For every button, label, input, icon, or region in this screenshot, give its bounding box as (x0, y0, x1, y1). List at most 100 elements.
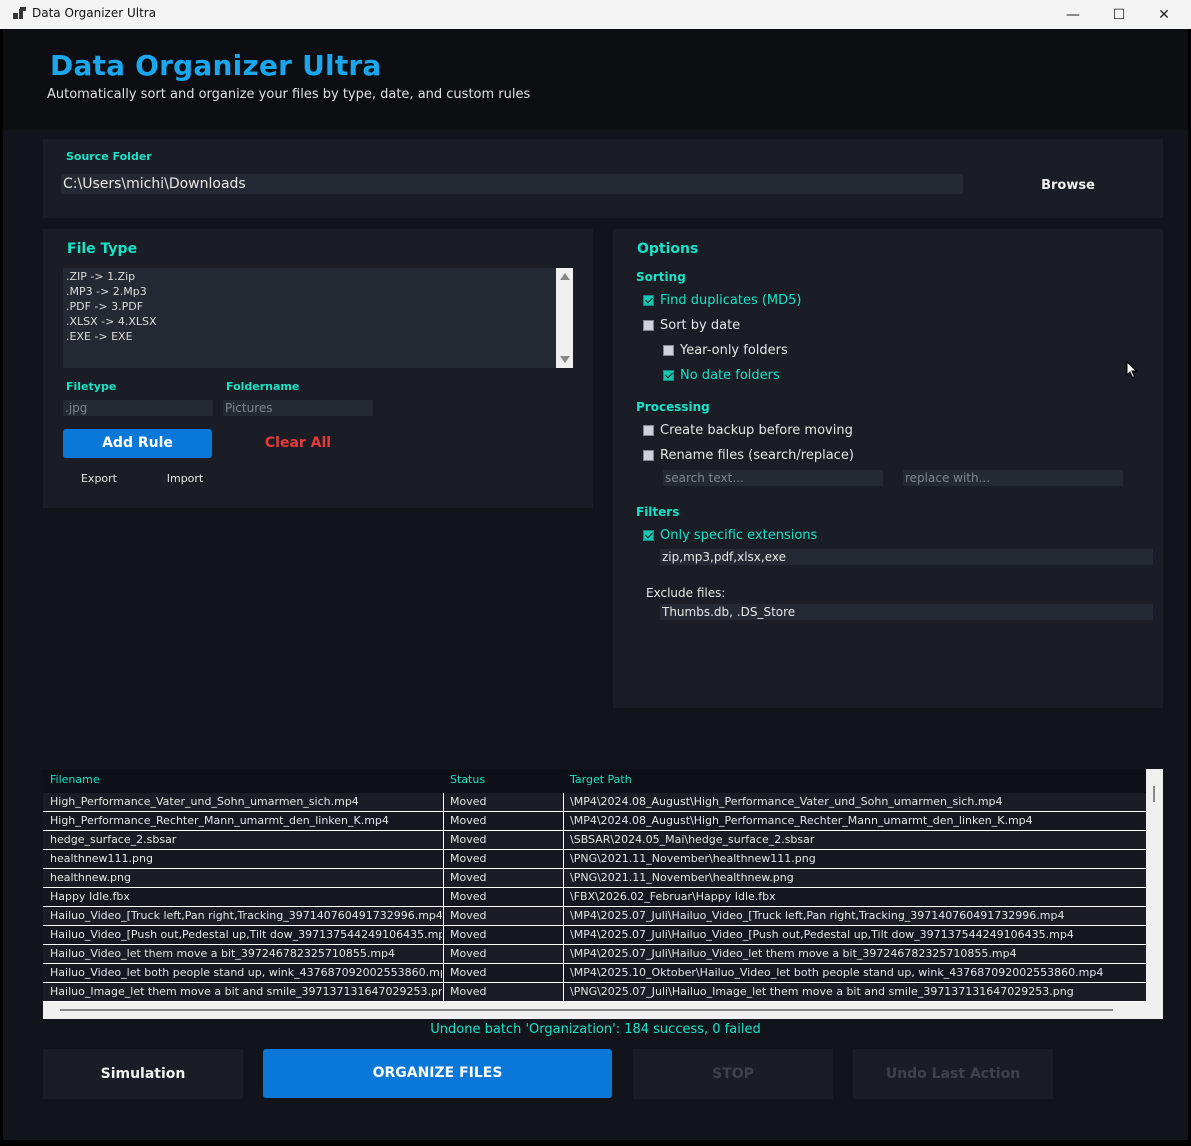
exclude-files-label: Exclude files: (646, 584, 725, 602)
import-button[interactable]: Import (155, 472, 215, 485)
cell-status: Moved (450, 833, 487, 846)
cell-filename: hedge_surface_2.sbsar (50, 833, 177, 846)
table-header: Filename Status Target Path (43, 769, 1146, 791)
table-row[interactable]: Happy Idle.fbx Moved \FBX\2026.02_Februar\… (43, 888, 1146, 907)
rules-scrollbar[interactable] (556, 268, 573, 368)
extensions-input[interactable]: zip,mp3,pdf,xlsx,exe (660, 549, 1153, 565)
app-title: Data Organizer Ultra (50, 49, 382, 82)
no-date-checkbox[interactable]: No date folders (663, 366, 780, 384)
checkbox-checked-icon[interactable] (643, 294, 654, 306)
column-divider (443, 793, 444, 1002)
scroll-thumb[interactable] (1153, 786, 1155, 802)
rename-checkbox[interactable]: Rename files (search/replace) (643, 446, 854, 464)
table-row[interactable]: High_Performance_Vater_und_Sohn_umarmen_… (43, 793, 1146, 812)
add-rule-button[interactable]: Add Rule (63, 429, 212, 458)
backup-checkbox[interactable]: Create backup before moving (643, 421, 853, 439)
specific-extensions-checkbox[interactable]: Only specific extensions (643, 526, 817, 544)
filters-label: Filters (636, 505, 680, 519)
cell-filename: Happy Idle.fbx (50, 890, 130, 903)
table-row[interactable]: Hailuo_Video_let both people stand up, w… (43, 964, 1146, 983)
filetype-input[interactable]: .jpg (63, 400, 213, 416)
table-row[interactable]: healthnew.png Moved \PNG\2021.11_November\… (43, 869, 1146, 888)
checkbox-unchecked-icon[interactable] (643, 424, 654, 436)
rule-item[interactable]: .EXE -> EXE (66, 330, 133, 343)
filetype-label: Filetype (66, 380, 117, 393)
column-header-target-path[interactable]: Target Path (570, 773, 632, 786)
checkbox-unchecked-icon[interactable] (643, 449, 654, 461)
cell-status: Moved (450, 985, 487, 998)
cell-target-path: \MP4\2024.08_August\High_Performance_Rec… (570, 814, 1033, 827)
checkbox-checked-icon[interactable] (643, 529, 654, 541)
cell-target-path: \MP4\2024.08_August\High_Performance_Vat… (570, 795, 1003, 808)
results-table[interactable]: Filename Status Target Path High_Perform… (43, 769, 1163, 1019)
table-row[interactable]: healthnew111.png Moved \PNG\2021.11_Novemb… (43, 850, 1146, 869)
year-only-checkbox[interactable]: Year-only folders (663, 341, 788, 359)
checkbox-checked-icon[interactable] (663, 369, 674, 381)
export-button[interactable]: Export (69, 472, 129, 485)
clear-all-button[interactable]: Clear All (223, 435, 373, 451)
cell-status: Moved (450, 795, 487, 808)
table-row[interactable]: Hailuo_Video_let them move a bit_3972467… (43, 945, 1146, 964)
specific-extensions-label: Only specific extensions (660, 527, 818, 543)
replace-text-input[interactable]: replace with... (903, 470, 1123, 486)
simulation-button[interactable]: Simulation (43, 1049, 243, 1099)
rule-item[interactable]: .PDF -> 3.PDF (66, 300, 143, 313)
rule-item[interactable]: .MP3 -> 2.Mp3 (66, 285, 147, 298)
file-type-panel: File Type .ZIP -> 1.Zip .MP3 -> 2.Mp3 .P… (43, 229, 593, 508)
cell-target-path: \PNG\2021.11_November\healthnew.png (570, 871, 794, 884)
column-header-status[interactable]: Status (450, 773, 485, 786)
cell-target-path: \PNG\2025.07_Juli\Hailuo_Image_let them … (570, 985, 1074, 998)
checkbox-unchecked-icon[interactable] (663, 344, 674, 356)
undo-last-action-button[interactable]: Undo Last Action (853, 1049, 1053, 1099)
find-duplicates-label: Find duplicates (MD5) (660, 292, 802, 308)
scroll-down-icon[interactable] (560, 356, 570, 363)
foldername-label: Foldername (226, 380, 300, 393)
cell-target-path: \SBSAR\2024.05_Mai\hedge_surface_2.sbsar (570, 833, 815, 846)
mouse-cursor-icon (1126, 361, 1138, 379)
cell-filename: healthnew111.png (50, 852, 153, 865)
cell-status: Moved (450, 890, 487, 903)
cell-status: Moved (450, 852, 487, 865)
table-vertical-scrollbar[interactable] (1146, 769, 1163, 1019)
minimize-button[interactable]: — (1050, 0, 1096, 29)
table-row[interactable]: hedge_surface_2.sbsar Moved \SBSAR\2024.05… (43, 831, 1146, 850)
window-title: Data Organizer Ultra (32, 6, 157, 20)
cell-filename: Hailuo_Video_[Truck left,Pan right,Track… (50, 909, 442, 922)
foldername-input[interactable]: Pictures (223, 400, 373, 416)
scroll-thumb[interactable] (60, 1009, 1113, 1011)
cell-filename: High_Performance_Rechter_Mann_umarmt_den… (50, 814, 389, 827)
rename-label: Rename files (search/replace) (660, 447, 854, 463)
minimize-icon: — (1066, 6, 1080, 23)
maximize-button[interactable]: ☐ (1096, 0, 1142, 29)
table-row[interactable]: High_Performance_Rechter_Mann_umarmt_den… (43, 812, 1146, 831)
scroll-up-icon[interactable] (560, 273, 570, 280)
app-header: Data Organizer Ultra Automatically sort … (3, 29, 1188, 130)
table-row[interactable]: Hailuo_Image_let them move a bit and smi… (43, 983, 1146, 1002)
rule-item[interactable]: .XLSX -> 4.XLSX (66, 315, 157, 328)
checkbox-unchecked-icon[interactable] (643, 319, 654, 331)
cell-filename: Hailuo_Video_let both people stand up, w… (50, 966, 442, 979)
stop-button[interactable]: STOP (633, 1049, 833, 1099)
exclude-files-input[interactable]: Thumbs.db, .DS_Store (660, 604, 1153, 620)
window-titlebar[interactable]: Data Organizer Ultra — ☐ ✕ (0, 0, 1191, 29)
find-duplicates-checkbox[interactable]: Find duplicates (MD5) (643, 291, 802, 309)
organize-files-button[interactable]: ORGANIZE FILES (263, 1049, 612, 1098)
cell-status: Moved (450, 871, 487, 884)
close-icon: ✕ (1158, 6, 1170, 23)
rules-list[interactable]: .ZIP -> 1.Zip .MP3 -> 2.Mp3 .PDF -> 3.PD… (63, 268, 573, 368)
column-header-filename[interactable]: Filename (50, 773, 100, 786)
sort-by-date-checkbox[interactable]: Sort by date (643, 316, 740, 334)
table-row[interactable]: Hailuo_Video_[Push out,Pedestal up,Tilt … (43, 926, 1146, 945)
processing-label: Processing (636, 400, 710, 414)
source-path-input[interactable]: C:\Users\michi\Downloads (61, 174, 963, 194)
app-subtitle: Automatically sort and organize your fil… (47, 87, 531, 102)
table-horizontal-scrollbar[interactable] (43, 1002, 1163, 1019)
cell-target-path: \MP4\2025.07_Juli\Hailuo_Video_[Push out… (570, 928, 1074, 941)
cell-status: Moved (450, 814, 487, 827)
table-row[interactable]: Hailuo_Video_[Truck left,Pan right,Track… (43, 907, 1146, 926)
sorting-label: Sorting (636, 270, 686, 284)
search-text-input[interactable]: search text... (663, 470, 883, 486)
browse-button[interactable]: Browse (1003, 175, 1133, 197)
rule-item[interactable]: .ZIP -> 1.Zip (66, 270, 135, 283)
close-button[interactable]: ✕ (1141, 0, 1187, 29)
